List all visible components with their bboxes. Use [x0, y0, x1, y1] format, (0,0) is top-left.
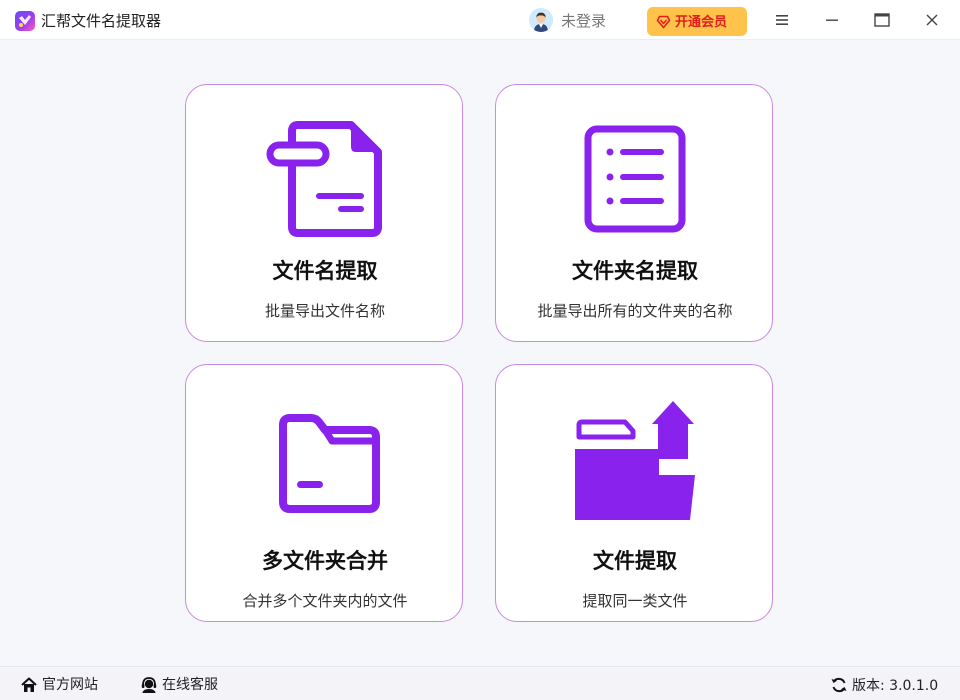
version-label: 版本:	[852, 678, 885, 694]
support-link[interactable]: 在线客服	[140, 675, 220, 695]
card-title: 多文件夹合并	[262, 549, 388, 573]
card-description: 合并多个文件夹内的文件	[242, 592, 408, 610]
menu-button[interactable]	[768, 6, 796, 34]
card-description: 提取同一类文件	[582, 592, 688, 610]
minimize-button[interactable]	[818, 6, 846, 34]
maximize-button[interactable]	[868, 6, 896, 34]
folder-upload-icon	[575, 401, 695, 520]
vip-label: 开通会员	[675, 14, 728, 29]
card-title: 文件名提取	[272, 259, 378, 283]
website-link[interactable]: 官方网站	[20, 675, 100, 695]
app-title: 汇帮文件名提取器	[41, 12, 162, 30]
card-title: 文件夹名提取	[572, 259, 698, 283]
card-title: 文件提取	[593, 549, 677, 573]
user-avatar[interactable]	[529, 8, 553, 32]
vip-button[interactable]: 开通会员	[647, 7, 747, 36]
headset-icon	[141, 677, 157, 693]
login-status[interactable]: 未登录	[561, 11, 606, 31]
card-description: 批量导出所有的文件夹的名称	[537, 302, 733, 320]
close-button[interactable]	[918, 6, 946, 34]
card-filename-extract[interactable]: 文件名提取 批量导出文件名称	[185, 84, 463, 342]
list-icon	[584, 125, 686, 233]
card-foldername-extract[interactable]: 文件夹名提取 批量导出所有的文件夹的名称	[495, 84, 773, 342]
footer-bar: 官方网站 在线客服 版本: 3.0.1.0	[0, 666, 960, 700]
update-button[interactable]	[830, 675, 850, 695]
diamond-heart-icon	[656, 15, 671, 29]
folder-icon	[279, 414, 380, 513]
website-label: 官方网站	[42, 677, 98, 693]
refresh-icon	[831, 677, 847, 693]
home-icon	[21, 677, 37, 692]
maximize-icon	[874, 13, 890, 27]
minimize-icon	[826, 19, 838, 21]
title-bar: 汇帮文件名提取器 未登录 开通会员	[0, 0, 960, 40]
card-file-extract[interactable]: 文件提取 提取同一类文件	[495, 364, 773, 622]
close-icon	[926, 14, 938, 26]
menu-icon	[776, 15, 788, 25]
file-icon	[266, 121, 382, 237]
card-multi-folder-merge[interactable]: 多文件夹合并 合并多个文件夹内的文件	[185, 364, 463, 622]
app-logo-icon	[15, 11, 35, 31]
version-info: 版本: 3.0.1.0	[852, 676, 938, 696]
version-number: 3.0.1.0	[889, 678, 939, 694]
card-description: 批量导出文件名称	[264, 302, 385, 320]
support-label: 在线客服	[162, 677, 218, 693]
